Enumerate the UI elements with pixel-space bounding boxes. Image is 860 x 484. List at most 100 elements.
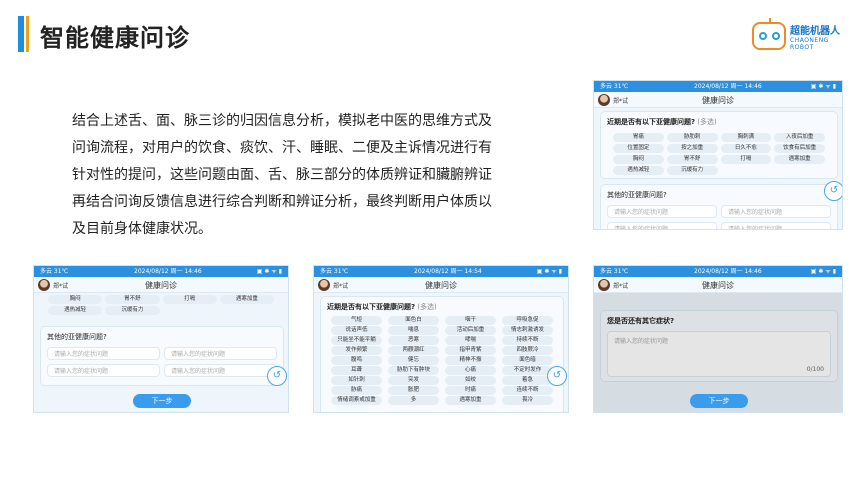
nav-title: 健康问诊 xyxy=(702,96,734,105)
symptom-tag[interactable]: 沉缓有力 xyxy=(105,306,160,315)
description-text: 结合上述舌、面、脉三诊的归因信息分析，模拟老中医的思维方式及问询流程，对用户的饮… xyxy=(72,113,492,237)
symptom-input[interactable]: 请输入您的症状问题 xyxy=(164,347,277,360)
symptom-tag[interactable]: 沉缓有力 xyxy=(666,166,718,175)
symptom-input[interactable]: 请输入您的症状问题 xyxy=(721,222,831,229)
screenshot-question-list: 多云 31℃ 2024/08/12 周一 14:46 ▣ ✱ ᯤ ▮ 郑*试 健… xyxy=(593,80,843,230)
symptom-tag[interactable]: 胸刺满 xyxy=(720,133,772,142)
status-bar: 多云 31℃ 2024/08/12 周一 14:46 ▣ ✱ ᯤ ▮ xyxy=(594,266,842,277)
symptom-tags: 气短 面色白 咽干 呼吸急促说话声低 喘息 活动后加重 情志刺激诱发只能坐不能平躺 恶寒 哮喘持… xyxy=(321,314,563,407)
symptom-tags: 胸闷 胃不舒 打嗝 遇寒加重遇热减轻 沉缓有力 xyxy=(34,293,288,317)
symptom-tag[interactable]: 气短 xyxy=(331,316,382,325)
undo-button[interactable]: ↺ xyxy=(824,181,842,201)
symptom-tag[interactable]: 情绪调紊或加重 xyxy=(331,396,382,405)
slide-title: 智能健康问诊 xyxy=(40,24,190,52)
symptom-tag[interactable]: 胁痛 xyxy=(331,386,382,395)
symptom-tag[interactable]: 面色暗 xyxy=(502,356,553,365)
symptom-tag[interactable]: 多 xyxy=(388,396,439,405)
nav-bar: 郑*试 健康问诊 xyxy=(314,277,568,293)
next-button[interactable]: 下一步 xyxy=(133,394,191,408)
symptom-tag[interactable]: 胁肋下有肿块 xyxy=(388,366,439,375)
symptom-tag[interactable]: 如绞 xyxy=(445,376,496,385)
symptom-input[interactable]: 请输入您的症状问题 xyxy=(607,205,717,218)
symptom-tag[interactable]: 喘息 xyxy=(388,326,439,335)
symptom-tag[interactable]: 心痛 xyxy=(445,366,496,375)
symptom-input[interactable]: 请输入您的症状问题 xyxy=(164,364,277,377)
symptom-tag[interactable]: 胃不舒 xyxy=(105,295,160,304)
symptom-tag[interactable]: 突发 xyxy=(388,376,439,385)
symptom-tag[interactable]: 饮食有后加重 xyxy=(774,144,825,153)
symptom-tag[interactable]: 遇热减轻 xyxy=(48,306,103,315)
other-card: 其他的亚健康问题? 请输入您的症状问题 请输入您的症状问题 请输入您的症状问题 … xyxy=(600,184,838,229)
symptom-tag[interactable]: 健忘 xyxy=(388,356,439,365)
symptom-tag[interactable]: 胸闷 xyxy=(613,155,664,164)
symptom-tag[interactable]: 胃不舒 xyxy=(666,155,718,164)
slide: 智能健康问诊 超能机器人 CHAONENG ROBOT 结合上述舌、面、脉三诊的… xyxy=(0,0,860,484)
symptom-tag[interactable]: 遇寒加重 xyxy=(445,396,496,405)
symptom-tag[interactable]: 呼吸急促 xyxy=(502,316,553,325)
symptom-input[interactable]: 请输入您的症状问题 xyxy=(47,347,160,360)
symptom-input[interactable]: 请输入您的症状问题 xyxy=(721,205,831,218)
symptom-tag[interactable]: 胁肋刺 xyxy=(666,133,718,142)
symptom-tag[interactable]: 精神不振 xyxy=(445,356,496,365)
other-card: 其他的亚健康问题? 请输入您的症状问题 请输入您的症状问题 请输入您的症状问题 … xyxy=(40,326,284,386)
symptom-tag[interactable]: 着急 xyxy=(502,376,553,385)
nav-title: 健康问诊 xyxy=(145,281,177,290)
symptom-tag[interactable]: 打嗝 xyxy=(720,155,772,164)
symptom-tag[interactable]: 入夜后加重 xyxy=(774,133,825,142)
symptom-tag[interactable]: 连续不断 xyxy=(502,386,553,395)
symptom-tag[interactable]: 不定时发作 xyxy=(502,366,553,375)
symptom-tag[interactable]: 咽干 xyxy=(445,316,496,325)
undo-button[interactable]: ↺ xyxy=(267,366,287,386)
symptom-tag[interactable]: 说话声低 xyxy=(331,326,382,335)
symptom-tag[interactable]: 遇寒加重 xyxy=(774,155,825,164)
nav-bar: 郑*试 健康问诊 xyxy=(34,277,288,293)
screenshot-symptom-grid: 多云 31℃ 2024/08/12 周一 14:54 ▣ ✱ ᯤ ▮ 郑*试 健… xyxy=(313,265,569,413)
question-title: 近期是否有以下亚健康问题? (多选) xyxy=(327,303,437,311)
symptom-tag[interactable]: 日久不愈 xyxy=(720,144,772,153)
logo-subtitle: CHAONENG ROBOT xyxy=(790,37,829,51)
symptom-tag[interactable]: 时痛 xyxy=(445,386,496,395)
symptom-tag[interactable]: 耳聋 xyxy=(331,366,382,375)
nav-title: 健康问诊 xyxy=(425,281,457,290)
nav-title: 健康问诊 xyxy=(702,281,734,290)
next-button[interactable]: 下一步 xyxy=(690,394,748,408)
other-title: 其他的亚健康问题? xyxy=(47,333,107,341)
symptom-tag[interactable]: 胸闷 xyxy=(48,295,103,304)
symptom-tag[interactable]: 哮喘 xyxy=(445,336,496,345)
symptom-tag[interactable]: 恶寒 xyxy=(388,336,439,345)
symptom-tag[interactable]: 四肢厥冷 xyxy=(502,346,553,355)
symptom-tag[interactable]: 活动后加重 xyxy=(445,326,496,335)
status-bar: 多云 31℃ 2024/08/12 周一 14:54 ▣ ✱ ᯤ ▮ xyxy=(314,266,568,277)
brand-logo: 超能机器人 CHAONENG ROBOT xyxy=(752,18,848,52)
symptom-tags: 胃痛 胁肋刺 胸刺满 入夜后加重位置固定 按之加重 日久不愈 饮食有后加重胸闷 胃不舒 打嗝 遇寒… xyxy=(601,129,837,179)
symptom-tag[interactable]: 两颧潮红 xyxy=(388,346,439,355)
title-accent-bar xyxy=(18,16,24,52)
symptom-tag[interactable]: 只能坐不能平躺 xyxy=(331,336,382,345)
symptom-tag[interactable]: 位置固定 xyxy=(613,144,664,153)
title-accent-bar-secondary xyxy=(26,16,29,52)
logo-name: 超能机器人 xyxy=(790,26,840,37)
symptom-tag[interactable]: 指甲青紫 xyxy=(445,346,496,355)
status-bar: 多云 31℃ 2024/08/12 周一 14:46 ▣ ✱ ᯤ ▮ xyxy=(34,266,288,277)
symptom-input[interactable]: 请输入您的症状问题 xyxy=(47,364,160,377)
symptom-tag[interactable]: 如针刺 xyxy=(331,376,382,385)
symptom-tag[interactable]: 胀肥 xyxy=(388,386,439,395)
other-title: 其他的亚健康问题? xyxy=(607,191,667,199)
question-card: 近期是否有以下亚健康问题? (多选) 胃痛 胁肋刺 胸刺满 入夜后加重 位置固定 按之加重… xyxy=(600,111,838,179)
symptom-tag[interactable]: 胃痛 xyxy=(613,133,664,142)
symptom-tag[interactable]: 情志刺激诱发 xyxy=(502,326,553,335)
symptom-tag[interactable]: 面色白 xyxy=(388,316,439,325)
screenshot-other-questions: 多云 31℃ 2024/08/12 周一 14:46 ▣ ✱ ᯤ ▮ 郑*试 健… xyxy=(33,265,289,413)
symptom-tag[interactable]: 持续不断 xyxy=(502,336,553,345)
symptom-tag[interactable]: 遇寒加重 xyxy=(219,295,274,304)
screenshot-other-symptoms: 多云 31℃ 2024/08/12 周一 14:46 ▣ ✱ ᯤ ▮ 郑*试 健… xyxy=(593,265,843,413)
undo-button[interactable]: ↺ xyxy=(547,366,567,386)
nav-bar: 郑*试 健康问诊 xyxy=(594,277,842,293)
symptom-input[interactable]: 请输入您的症状问题 xyxy=(607,222,717,229)
symptom-tag[interactable]: 腹鸣 xyxy=(331,356,382,365)
symptom-tag[interactable]: 畏冷 xyxy=(502,396,553,405)
symptom-tag[interactable]: 打嗝 xyxy=(162,295,217,304)
symptom-tag[interactable]: 遇热减轻 xyxy=(613,166,664,175)
symptom-tag[interactable]: 按之加重 xyxy=(666,144,718,153)
symptom-tag[interactable]: 发作频繁 xyxy=(331,346,382,355)
